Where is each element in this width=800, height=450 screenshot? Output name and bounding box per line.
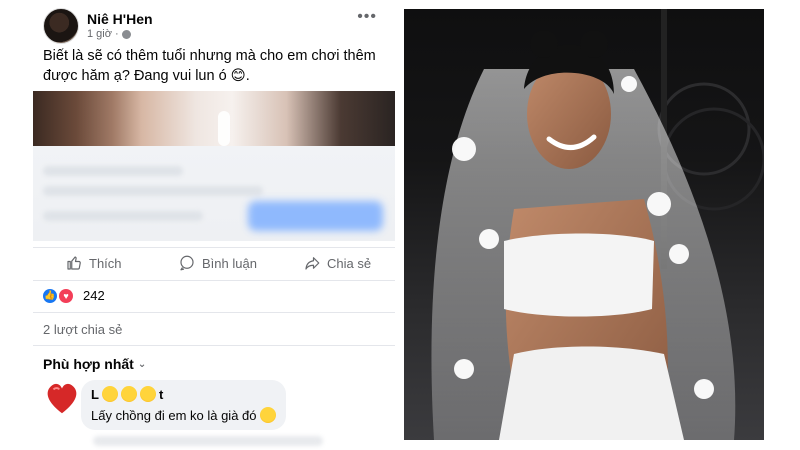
like-icon: 👍: [43, 288, 57, 303]
comment-text: Lấy chồng đi em ko là già đó: [91, 407, 276, 423]
bride-illustration: [431, 9, 764, 440]
divider: [33, 345, 395, 346]
like-label: Thích: [89, 255, 122, 271]
heart-avatar-icon[interactable]: [43, 379, 81, 417]
bride-photo: [404, 9, 764, 440]
reactions-summary[interactable]: 👍 ♥ 242: [43, 288, 105, 303]
author-avatar[interactable]: [43, 8, 79, 44]
comment-bubble[interactable]: L t Lấy chồng đi em ko là già đó: [81, 380, 286, 430]
post-text: Biết là sẽ có thêm tuổi nhưng mà cho em …: [43, 48, 376, 84]
image-detail: [218, 111, 230, 146]
post-time[interactable]: 1 giờ ·: [87, 28, 119, 40]
post-meta: 1 giờ ·: [87, 28, 131, 40]
blurred-line: [43, 186, 263, 196]
laughing-emoji-icon: [259, 407, 276, 423]
more-horizontal-icon[interactable]: •••: [357, 8, 377, 26]
rofl-emoji-icon: [120, 386, 137, 402]
comment-icon: [180, 255, 194, 271]
blurred-link-preview: [33, 146, 395, 241]
rofl-emoji-icon: [101, 386, 118, 402]
post-actions-bar: Thích Bình luận Chia sẻ: [33, 247, 395, 281]
commenter-name[interactable]: L t: [91, 386, 163, 402]
comment-button[interactable]: Bình luận: [178, 254, 257, 272]
rofl-emoji-icon: [139, 386, 156, 402]
hair-bun: [580, 30, 608, 58]
blurred-line: [43, 166, 183, 176]
hair-bun: [530, 30, 558, 58]
share-count[interactable]: 2 lượt chia sẻ: [43, 322, 122, 337]
love-icon: ♥: [59, 288, 73, 303]
comment-label: Bình luận: [202, 255, 257, 271]
post-header: Niê H'Hen 1 giờ · •••: [43, 8, 383, 44]
sort-label: Phù hợp nhất: [43, 356, 134, 372]
globe-icon: [121, 29, 131, 39]
post-image[interactable]: [33, 91, 395, 146]
commenter-name-end: t: [158, 386, 164, 402]
reaction-count: 242: [83, 288, 105, 303]
blurred-line: [43, 211, 203, 221]
blurred-button: [248, 201, 383, 231]
author-name[interactable]: Niê H'Hen: [87, 11, 153, 27]
commenter-name-start: L: [91, 386, 99, 402]
comment-sort-dropdown[interactable]: Phù hợp nhất ⌄: [43, 356, 146, 372]
facebook-post-screenshot: Niê H'Hen 1 giờ · ••• Biết là sẽ có thêm…: [33, 0, 395, 450]
blurred-comment-actions: [93, 436, 323, 446]
chevron-down-icon: ⌄: [137, 358, 147, 370]
thumbs-up-icon: [67, 256, 81, 270]
floral-skirt: [499, 346, 684, 440]
share-label: Chia sẻ: [327, 255, 372, 271]
divider: [33, 312, 395, 313]
like-button[interactable]: Thích: [65, 254, 122, 272]
comment-body: Lấy chồng đi em ko là già đó: [91, 407, 257, 423]
share-button[interactable]: Chia sẻ: [303, 254, 371, 272]
share-icon: [305, 257, 320, 270]
floral-top: [504, 233, 654, 317]
